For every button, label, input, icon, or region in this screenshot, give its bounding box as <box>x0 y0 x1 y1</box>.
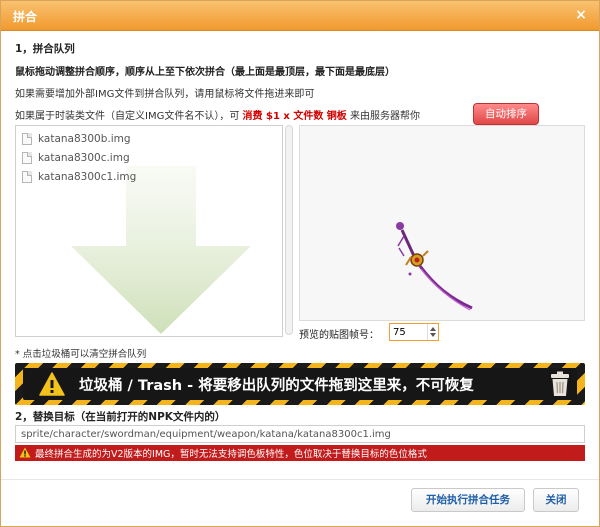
add-files-instruction: 如果需要增加外部IMG文件到拼合队列，请用鼠标将文件拖进来即可 <box>15 89 315 100</box>
fashion-suffix: 来由服务器帮你 <box>350 111 420 122</box>
down-arrow-icon <box>71 166 251 334</box>
trash-drop-zone[interactable]: 垃圾桶 / Trash - 将要移出队列的文件拖到这里来，不可恢复 <box>15 363 585 405</box>
dialog-title: 拼合 <box>13 10 38 24</box>
close-icon[interactable]: × <box>573 7 589 23</box>
warning-triangle-icon <box>39 372 65 396</box>
list-item[interactable]: katana8300c1.img <box>22 168 136 186</box>
frame-number-label: 预览的贴图帧号： <box>299 330 379 341</box>
trash-inner: 垃圾桶 / Trash - 将要移出队列的文件拖到这里来，不可恢复 <box>23 368 577 400</box>
auto-sort-button[interactable]: 自动排序 <box>473 103 539 125</box>
list-item-label: katana8300c.img <box>38 152 130 164</box>
v2-warning-banner: 最终拼合生成的为V2版本的IMG，暂时无法支持调色板特性，色位取决于替换目标的色… <box>15 445 585 461</box>
start-merge-button[interactable]: 开始执行拼合任务 <box>411 488 525 512</box>
queue-scrollbar[interactable] <box>285 125 293 335</box>
spin-up-icon[interactable] <box>430 327 436 331</box>
trash-label: 垃圾桶 / Trash - 将要移出队列的文件拖到这里来，不可恢复 <box>79 378 474 394</box>
fashion-price: 消费 $1 x 文件数 铜板 <box>242 111 347 122</box>
fashion-prefix: 如果属于时装类文件（自定义IMG文件名不认），可 <box>15 111 240 122</box>
trash-can-icon[interactable] <box>549 371 571 397</box>
list-item-label: katana8300b.img <box>38 133 131 145</box>
list-item-label: katana8300c1.img <box>38 171 137 183</box>
close-button[interactable]: 关闭 <box>533 488 579 512</box>
warning-text: 最终拼合生成的为V2版本的IMG，暂时无法支持调色板特性，色位取决于替换目标的色… <box>35 449 427 460</box>
katana-sprite-image <box>396 222 473 311</box>
spin-down-icon[interactable] <box>430 333 436 337</box>
footer-divider <box>1 479 599 480</box>
target-path-field[interactable] <box>15 425 585 443</box>
sprite-preview <box>299 125 585 321</box>
spinner-arrows-icon[interactable] <box>427 324 438 340</box>
clear-queue-hint: * 点击垃圾桶可以清空拼合队列 <box>15 349 147 360</box>
drag-order-instruction: 鼠标拖动调整拼合顺序，顺序从上至下依次拼合（最上面是最顶层，最下面是最底层） <box>15 67 395 78</box>
merge-queue-list[interactable]: katana8300b.img katana8300c.img katana83… <box>15 125 283 337</box>
list-item[interactable]: katana8300b.img <box>22 130 131 148</box>
list-item[interactable]: katana8300c.img <box>22 149 130 167</box>
warning-triangle-icon <box>19 447 31 458</box>
file-icon <box>22 133 32 145</box>
fashion-sort-instruction: 如果属于时装类文件（自定义IMG文件名不认），可 消费 $1 x 文件数 铜板 … <box>15 107 420 122</box>
file-icon <box>22 152 32 164</box>
merge-dialog: 拼合 × 1，拼合队列 鼠标拖动调整拼合顺序，顺序从上至下依次拼合（最上面是最顶… <box>0 0 600 527</box>
section-queue-title: 1，拼合队列 <box>15 43 75 55</box>
dialog-titlebar[interactable]: 拼合 × <box>1 1 599 31</box>
file-icon <box>22 171 32 183</box>
section-target-title: 2，替换目标（在当前打开的NPK文件内的） <box>15 411 226 423</box>
